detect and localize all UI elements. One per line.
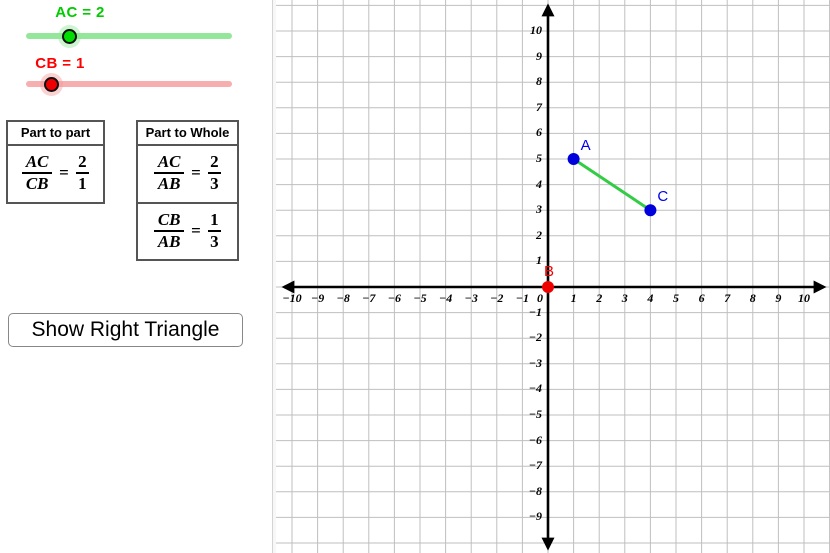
- geogebra-applet: AC = 2 CB = 1 Part to part AC CB = 2 1 P…: [0, 0, 830, 553]
- y-axis-tick-label: 3: [536, 202, 542, 217]
- fraction-denominator: CB: [25, 173, 49, 193]
- y-axis-tick-label: 9: [536, 48, 542, 63]
- fraction-numerator: CB: [157, 209, 181, 229]
- fraction-left: AC AB: [154, 152, 185, 193]
- point-label-c: C: [657, 188, 669, 206]
- equals-sign: =: [191, 220, 201, 240]
- y-axis-tick-label: 1: [536, 253, 542, 268]
- fraction-right: 2 1: [75, 152, 89, 193]
- fraction-numerator: 2: [210, 152, 219, 171]
- ratio-row: AC CB = 2 1: [8, 146, 103, 202]
- point-label-b: B: [544, 263, 555, 280]
- y-axis-tick-label: −7: [528, 458, 542, 473]
- y-axis-tick-label: 5: [536, 151, 542, 165]
- fraction-numerator: AC: [157, 152, 181, 171]
- equals-sign: =: [59, 162, 69, 182]
- slider-knob-cb[interactable]: [44, 77, 59, 92]
- slider-label-ac: AC = 2: [55, 4, 105, 21]
- ratio-row: AC AB = 2 3: [138, 146, 237, 202]
- fraction-denominator: 1: [78, 173, 87, 193]
- x-axis-tick-label: 10: [798, 291, 810, 305]
- equals-sign: =: [191, 162, 201, 182]
- y-axis-tick-label: −5: [528, 407, 542, 421]
- fraction-left: CB AB: [154, 209, 185, 251]
- y-axis-tick-label: −1: [528, 304, 542, 319]
- ratio-table-header-part-to-whole: Part to Whole: [138, 122, 237, 146]
- y-axis-tick-label: 2: [536, 227, 542, 242]
- slider-track-ac[interactable]: [26, 33, 232, 39]
- fraction-denominator: AB: [157, 231, 181, 251]
- point-label-a: A: [580, 137, 591, 154]
- ratio-table-header-part-to-part: Part to part: [8, 122, 103, 146]
- fraction-denominator: 3: [210, 231, 219, 251]
- y-axis-tick-label: 10: [530, 23, 542, 37]
- y-axis-tick-label: 4: [536, 176, 542, 191]
- y-axis-tick-label: −8: [528, 483, 542, 498]
- fraction-numerator: AC: [25, 152, 49, 171]
- y-axis-tick-label: −2: [528, 330, 542, 345]
- fraction-right: 1 3: [207, 209, 221, 251]
- fraction-numerator: 1: [210, 209, 219, 229]
- ratio-table-part-to-part: Part to part AC CB = 2 1: [6, 120, 105, 204]
- ratio-table-part-to-whole: Part to Whole AC AB = 2 3 CB AB = 1 3: [136, 120, 239, 262]
- graphics-view[interactable]: −10 −9 −8 −7 −6 −5 −4 −3 −2 −1 0 1 2 3 4 5 6 7 8 9 10 −9 −8 −7−…: [276, 0, 830, 553]
- fraction-numerator: 2: [78, 152, 87, 171]
- y-axis-tick-label: −6: [528, 432, 542, 447]
- y-axis-tick-label: −9: [528, 509, 542, 524]
- y-axis-tick-label: 6: [536, 125, 542, 140]
- y-axis-tick-label: 7: [536, 99, 542, 114]
- y-axis-tick-label: −3: [528, 355, 542, 370]
- y-axis-tick-label: 8: [536, 74, 542, 89]
- fraction-left: AC CB: [22, 152, 53, 193]
- show-right-triangle-button[interactable]: Show Right Triangle: [8, 313, 243, 347]
- fraction-right: 2 3: [207, 152, 221, 193]
- fraction-denominator: 3: [210, 173, 219, 193]
- slider-label-cb: CB = 1: [35, 55, 85, 72]
- fraction-denominator: AB: [157, 173, 181, 193]
- y-axis-tick-label: −4: [528, 381, 542, 396]
- ratio-row: CB AB = 1 3: [138, 201, 237, 260]
- algebra-panel: AC = 2 CB = 1 Part to part AC CB = 2 1 P…: [0, 0, 272, 553]
- slider-knob-ac[interactable]: [62, 29, 77, 44]
